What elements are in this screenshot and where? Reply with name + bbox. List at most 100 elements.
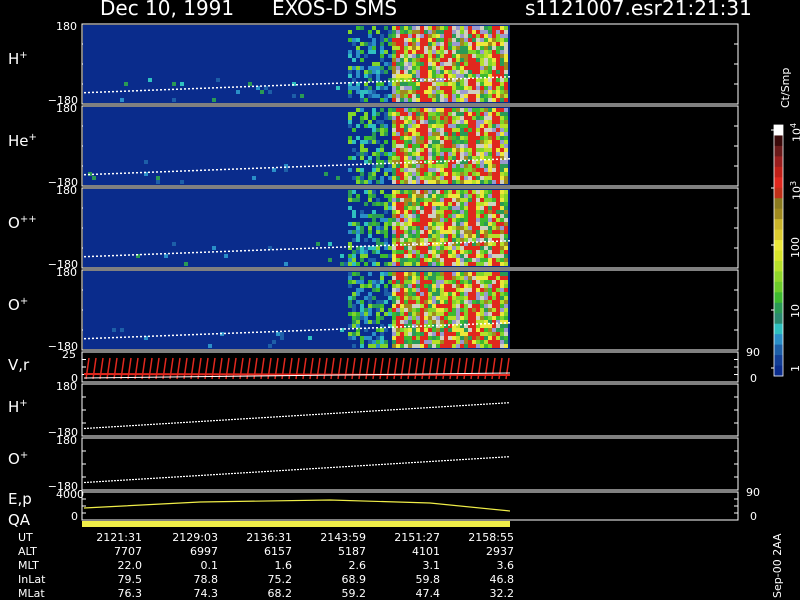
- spectrogram-cell: [388, 156, 392, 160]
- spectrogram-cell: [504, 272, 508, 276]
- spectrogram-trace-point: [284, 84, 286, 86]
- spectrogram-cell: [440, 250, 444, 254]
- spectrogram-cell: [456, 180, 460, 184]
- spectrogram-cell: [388, 34, 392, 38]
- spectrogram-cell: [468, 288, 472, 292]
- spectrogram-cell: [464, 280, 468, 284]
- spectrogram-cell: [460, 272, 464, 276]
- spectrogram-cell: [456, 42, 460, 46]
- spectrogram-cell: [436, 30, 440, 34]
- spectrogram-trace-point: [128, 254, 130, 256]
- spectrogram-cell: [352, 280, 356, 284]
- spectrogram-cell: [356, 288, 360, 292]
- line-trace-point: [411, 462, 413, 464]
- spectrogram-cell: [504, 202, 508, 206]
- spectrogram-cell: [408, 74, 412, 78]
- line-trace-point: [306, 414, 308, 416]
- spectrogram-trace-point: [332, 164, 334, 167]
- spectrogram-cell: [404, 94, 408, 98]
- spectrogram-cell: [424, 336, 428, 340]
- line-trace-point: [342, 466, 344, 468]
- spectrogram-cell: [368, 136, 372, 140]
- spectrogram-cell: [412, 86, 416, 90]
- spectrogram-cell: [452, 108, 456, 112]
- spectrogram-cell: [352, 258, 356, 262]
- spectrogram-cell: [392, 206, 396, 210]
- line-trace-point: [252, 471, 254, 473]
- spectrogram-cell: [396, 62, 400, 66]
- spectrogram-cell: [452, 90, 456, 94]
- spectrogram-trace-point: [296, 248, 298, 250]
- spectrogram-cell: [364, 316, 368, 320]
- spectrogram-trace-point: [124, 336, 126, 338]
- spectrogram-cell: [504, 38, 508, 42]
- spectrogram-cell: [504, 190, 508, 194]
- spectrogram-cell: [412, 340, 416, 344]
- spectrogram-cell: [400, 58, 404, 62]
- spectrogram-cell: [492, 54, 496, 58]
- spectrogram-cell: [432, 210, 436, 214]
- spectrogram-cell: [420, 66, 424, 70]
- panel-label: O+: [8, 450, 29, 468]
- spectrogram-cell: [460, 148, 464, 152]
- spectrogram-cell: [456, 308, 460, 312]
- spectrogram-cell: [388, 54, 392, 58]
- spectrogram-cell: [484, 284, 488, 288]
- spectrogram-cell: [440, 226, 444, 230]
- spectrogram-cell: [444, 58, 448, 62]
- spectrogram-cell: [464, 304, 468, 308]
- spectrogram-cell: [488, 136, 492, 140]
- spectrogram-cell: [392, 42, 396, 46]
- spectrogram-cell: [504, 234, 508, 238]
- spectrogram-cell: [408, 284, 412, 288]
- spectrogram-cell: [408, 308, 412, 312]
- line-trace-point: [318, 467, 320, 469]
- spectrogram-cell: [504, 26, 508, 30]
- spectrogram-trace-point: [268, 249, 270, 251]
- spectrogram-cell: [468, 206, 472, 210]
- spectrogram-cell: [464, 336, 468, 340]
- spectrogram-cell: [392, 128, 396, 132]
- spectrogram-cell: [504, 176, 508, 180]
- spectrogram-cell: [440, 152, 444, 156]
- spectrogram-cell: [492, 116, 496, 120]
- spectrogram-trace-point: [316, 165, 318, 167]
- spectrogram-cell: [480, 54, 484, 58]
- spectrogram-cell: [476, 26, 480, 30]
- spectrogram-cell: [372, 46, 376, 50]
- spectrogram-cell: [404, 148, 408, 152]
- spectrogram-cell: [356, 230, 360, 234]
- spectrogram-cell: [408, 98, 412, 102]
- spectrogram-cell: [448, 124, 452, 128]
- spectrogram-cell: [456, 332, 460, 336]
- spectrogram-cell: [400, 272, 404, 276]
- spectrogram-cell: [420, 74, 424, 78]
- spectrogram-cell: [448, 82, 452, 86]
- spectrogram-cell: [424, 226, 428, 230]
- spectrogram-cell: [396, 54, 400, 58]
- line-trace-point: [480, 403, 482, 406]
- spectrogram-cell: [448, 254, 452, 258]
- line-trace-point: [309, 468, 311, 470]
- spectrogram-trace-point: [212, 251, 214, 253]
- table-row-label: MLat: [18, 587, 45, 600]
- spectrogram-cell: [440, 34, 444, 38]
- spectrogram-trace-point: [328, 246, 330, 249]
- spectrogram-cell: [468, 176, 472, 180]
- spectrogram-cell: [436, 292, 440, 296]
- spectrogram-cell: [484, 116, 488, 120]
- line-trace-point: [426, 407, 428, 409]
- spectrogram-cell: [408, 82, 412, 86]
- spectrogram-cell: [120, 328, 124, 332]
- spectrogram-cell: [368, 90, 372, 94]
- panel-label-superscript: ++: [19, 214, 37, 225]
- spectrogram-trace-point: [188, 88, 190, 90]
- spectrogram-trace-point: [196, 87, 198, 90]
- spectrogram-cell: [236, 90, 240, 94]
- spectrogram-cell: [428, 292, 432, 296]
- spectrogram-cell: [376, 222, 380, 226]
- spectrogram-cell: [500, 226, 504, 230]
- line-trace-point: [312, 468, 314, 470]
- line-trace-point: [237, 418, 239, 420]
- spectrogram-cell: [416, 292, 420, 296]
